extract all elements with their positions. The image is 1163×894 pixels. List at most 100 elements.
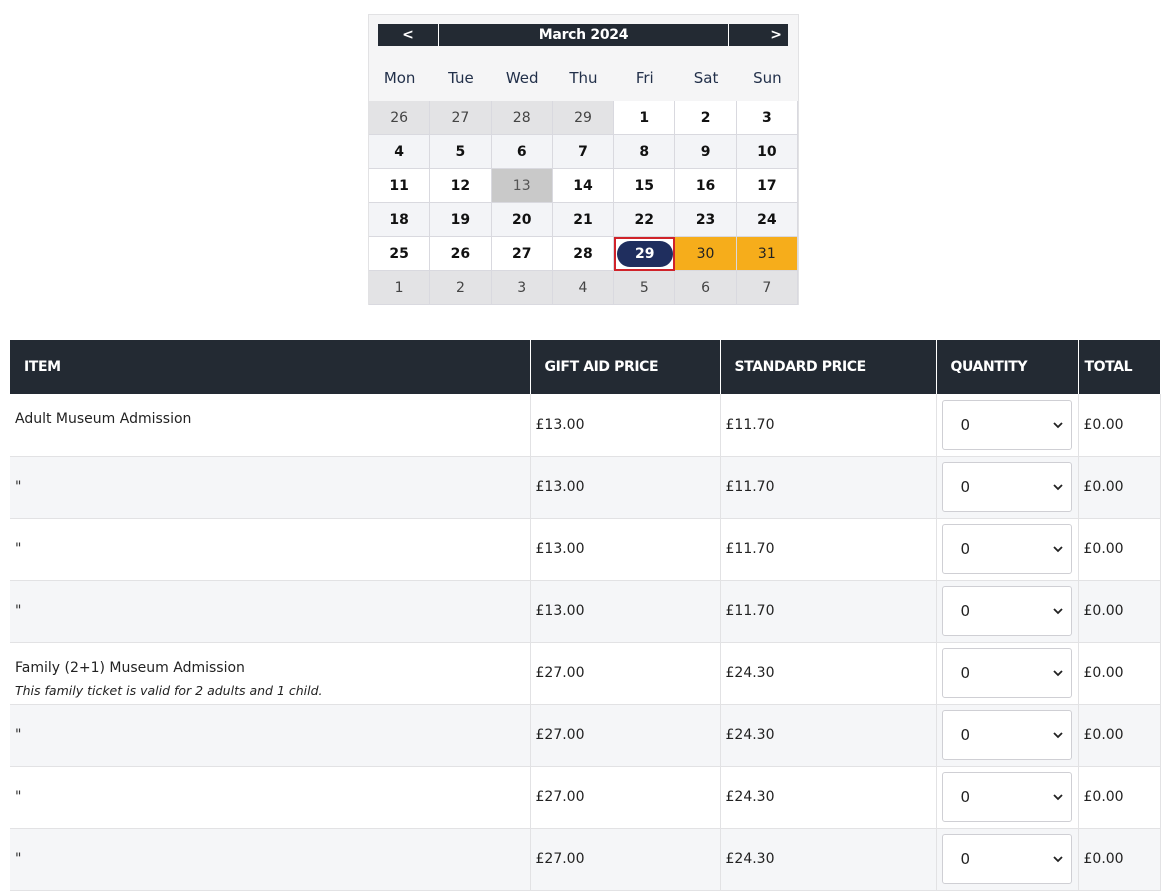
- quantity-cell: 0: [936, 766, 1079, 829]
- calendar-day[interactable]: 19: [430, 203, 492, 237]
- chevron-down-icon: [1052, 670, 1063, 677]
- quantity-value: 0: [960, 664, 971, 682]
- ticket-table-body: Adult Museum Admission £13.00 £11.70 0 £0.00…: [10, 394, 1161, 891]
- quantity-select[interactable]: 0: [941, 710, 1072, 760]
- table-row: " £27.00 £24.30 0 £0.00: [10, 766, 1161, 829]
- calendar-day[interactable]: 6: [491, 135, 553, 169]
- calendar-day[interactable]: 9: [675, 135, 737, 169]
- total-cell: £0.00: [1078, 518, 1161, 581]
- weekday-header: Mon: [383, 69, 416, 87]
- weekday-header: Tue: [448, 69, 474, 87]
- calendar-day[interactable]: 18: [369, 203, 431, 237]
- item-cell: ": [10, 580, 531, 643]
- standard-price-cell: £11.70: [720, 394, 937, 457]
- calendar-day[interactable]: 31: [736, 237, 798, 271]
- calendar-day[interactable]: 28: [552, 237, 615, 271]
- quantity-value: 0: [960, 726, 971, 744]
- ticket-table: ITEM GIFT AID PRICE STANDARD PRICE QUANT…: [10, 340, 1161, 891]
- chevron-down-icon: [1052, 794, 1063, 801]
- item-cell: ": [10, 456, 531, 519]
- item-name: ": [15, 727, 22, 743]
- date-picker-calendar: < March 2024 > Mon Tue Wed Thu Fri Sat Sun 26 27…: [368, 14, 799, 305]
- quantity-select[interactable]: 0: [941, 648, 1072, 698]
- item-name: Adult Museum Admission: [15, 411, 192, 427]
- calendar-day[interactable]: 11: [369, 169, 431, 203]
- quantity-select[interactable]: 0: [941, 462, 1072, 512]
- quantity-select[interactable]: 0: [941, 399, 1072, 450]
- item-cell: ": [10, 704, 531, 767]
- quantity-value: 0: [960, 478, 971, 496]
- quantity-cell: 0: [936, 518, 1079, 581]
- gift-aid-price-cell: £27.00: [530, 828, 721, 891]
- calendar-day[interactable]: 20: [491, 203, 553, 237]
- calendar-day[interactable]: 10: [736, 135, 798, 169]
- quantity-select[interactable]: 0: [941, 524, 1072, 574]
- column-header-quantity: QUANTITY: [936, 340, 1079, 394]
- column-header-gift-aid-price: GIFT AID PRICE: [530, 340, 721, 394]
- standard-price-cell: £24.30: [720, 828, 937, 891]
- weekday-header: Fri: [635, 69, 654, 87]
- calendar-day-other-month: 6: [675, 271, 737, 305]
- calendar-day: 13: [491, 169, 553, 203]
- column-header-item: ITEM: [10, 340, 531, 394]
- item-cell: ": [10, 766, 531, 829]
- calendar-day-other-month: 27: [430, 101, 492, 135]
- quantity-cell: 0: [936, 828, 1079, 891]
- chevron-down-icon: [1052, 422, 1063, 429]
- calendar-day-other-month: 2: [430, 271, 492, 305]
- calendar-day[interactable]: 26: [430, 237, 492, 271]
- quantity-select[interactable]: 0: [941, 834, 1072, 884]
- calendar-month-title: March 2024: [439, 24, 728, 46]
- calendar-day[interactable]: 14: [552, 169, 615, 203]
- table-row: " £27.00 £24.30 0 £0.00: [10, 828, 1161, 891]
- calendar-day[interactable]: 5: [430, 135, 492, 169]
- total-cell: £0.00: [1078, 766, 1161, 829]
- standard-price-cell: £11.70: [720, 518, 937, 581]
- gift-aid-price-cell: £27.00: [530, 642, 721, 705]
- calendar-day[interactable]: 2: [675, 101, 737, 135]
- table-row: " £13.00 £11.70 0 £0.00: [10, 518, 1161, 581]
- calendar-day[interactable]: 27: [491, 237, 553, 271]
- calendar-day[interactable]: 30: [675, 237, 737, 271]
- standard-price-cell: £24.30: [720, 766, 937, 829]
- calendar-header: < March 2024 >: [378, 24, 790, 46]
- gift-aid-price-cell: £27.00: [530, 766, 721, 829]
- quantity-cell: 0: [936, 642, 1079, 705]
- total-cell: £0.00: [1078, 828, 1161, 891]
- next-month-button[interactable]: >: [728, 24, 788, 46]
- calendar-day-other-month: 7: [736, 271, 798, 305]
- table-row: " £13.00 £11.70 0 £0.00: [10, 580, 1161, 643]
- calendar-day[interactable]: 16: [675, 169, 737, 203]
- calendar-day[interactable]: 25: [369, 237, 431, 271]
- calendar-day[interactable]: 24: [736, 203, 798, 237]
- table-row: " £13.00 £11.70 0 £0.00: [10, 456, 1161, 519]
- calendar-day[interactable]: 1: [614, 101, 676, 135]
- column-header-total: TOTAL: [1078, 340, 1160, 394]
- previous-month-button[interactable]: <: [378, 24, 439, 46]
- calendar-grid: Mon Tue Wed Thu Fri Sat Sun 26 27 28 29 1 2 3 4 5 6 7 8 9 10…: [369, 55, 798, 305]
- item-cell: ": [10, 828, 531, 891]
- calendar-day[interactable]: 12: [430, 169, 492, 203]
- calendar-day[interactable]: 21: [552, 203, 615, 237]
- calendar-day-other-month: 5: [614, 271, 676, 305]
- quantity-value: 0: [960, 788, 971, 806]
- calendar-day[interactable]: 8: [614, 135, 676, 169]
- calendar-day[interactable]: 15: [614, 169, 676, 203]
- gift-aid-price-cell: £13.00: [530, 580, 721, 643]
- calendar-day[interactable]: 29: [614, 237, 676, 271]
- calendar-day[interactable]: 4: [369, 135, 431, 169]
- calendar-day[interactable]: 17: [736, 169, 798, 203]
- calendar-day-other-month: 4: [552, 271, 615, 305]
- calendar-day-other-month: 28: [491, 101, 553, 135]
- calendar-day-other-month: 26: [369, 101, 431, 135]
- calendar-day[interactable]: 22: [614, 203, 676, 237]
- quantity-select[interactable]: 0: [941, 586, 1072, 636]
- quantity-select[interactable]: 0: [941, 772, 1072, 822]
- weekday-header: Sat: [693, 69, 719, 87]
- calendar-day[interactable]: 3: [736, 101, 798, 135]
- quantity-value: 0: [960, 850, 971, 868]
- item-cell: Adult Museum Admission: [10, 394, 531, 457]
- calendar-day[interactable]: 23: [675, 203, 737, 237]
- calendar-day[interactable]: 7: [552, 135, 615, 169]
- chevron-down-icon: [1052, 732, 1063, 739]
